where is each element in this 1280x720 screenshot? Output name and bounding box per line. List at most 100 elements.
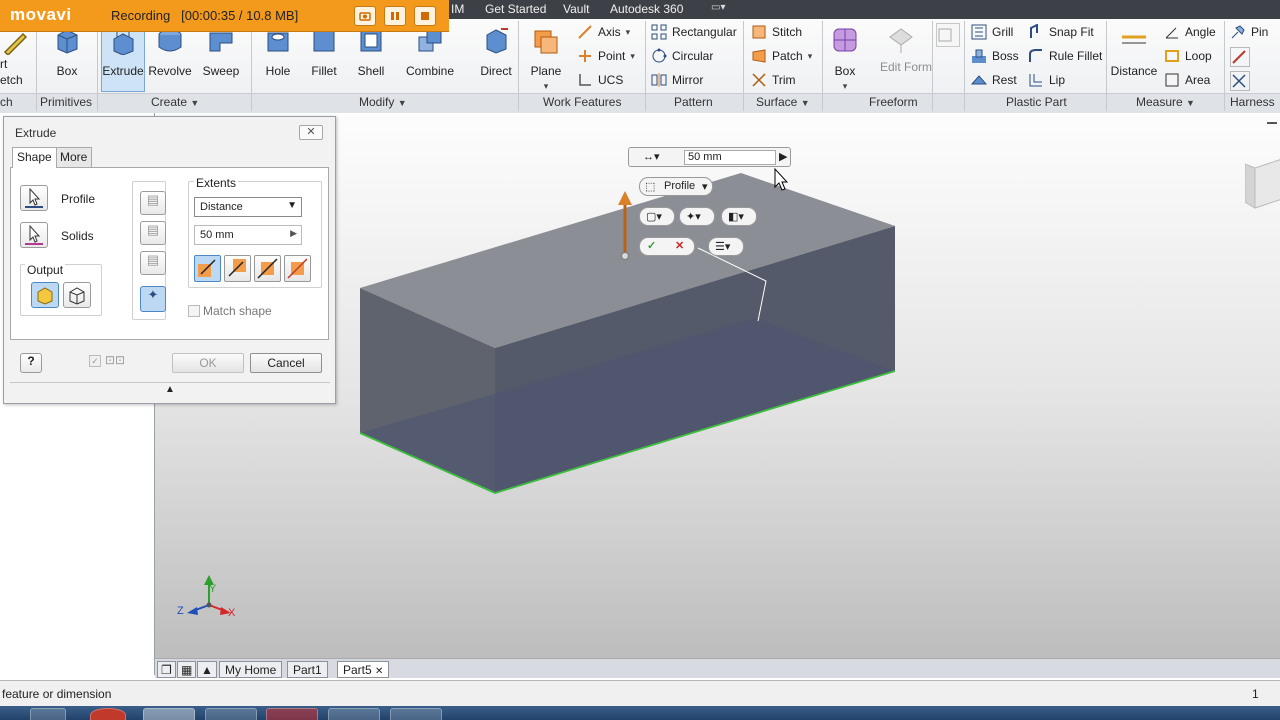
boss-button[interactable]: Boss: [971, 48, 1019, 64]
match-shape-checkbox[interactable]: [188, 305, 200, 317]
tab-part1[interactable]: Part1: [287, 661, 328, 678]
checkmark-icon[interactable]: ✓: [647, 239, 656, 252]
distance-apply-arrow-icon[interactable]: ▶: [779, 150, 787, 163]
minimize-icon[interactable]: [1267, 122, 1277, 124]
panel-label-pattern: Pattern: [674, 95, 713, 109]
stop-icon[interactable]: [414, 6, 436, 26]
lip-button[interactable]: Lip: [1028, 72, 1065, 88]
circular-pattern-button[interactable]: Circular: [651, 48, 713, 64]
measure-distance-button[interactable]: Distance: [1110, 25, 1158, 78]
word-taskbar-icon[interactable]: [30, 708, 66, 720]
app-taskbar-icon[interactable]: [390, 708, 442, 720]
join-button[interactable]: ▤: [140, 191, 166, 215]
tile-windows-icon[interactable]: ▦: [177, 661, 197, 678]
harness-tool-2-button[interactable]: [1230, 47, 1250, 67]
rest-icon: [971, 75, 987, 85]
output-type-dropdown[interactable]: ▢▾: [639, 207, 675, 226]
freeform-box-button[interactable]: Box ▾: [826, 25, 864, 92]
distance-field[interactable]: 50 mm ▶: [194, 225, 302, 245]
combine-button[interactable]: Combine: [403, 25, 457, 78]
output-solid-button[interactable]: [31, 282, 59, 308]
plane-button[interactable]: Plane ▾: [527, 25, 565, 92]
freeform-extra-button[interactable]: [936, 23, 960, 47]
menu-item-get-started[interactable]: Get Started: [485, 2, 546, 16]
hole-button[interactable]: Hole: [258, 25, 298, 78]
pin-button[interactable]: Pin: [1230, 24, 1268, 40]
close-icon[interactable]: ✕: [675, 239, 684, 252]
grill-button[interactable]: Grill: [971, 24, 1013, 40]
direction-dropdown[interactable]: ◧▾: [721, 207, 757, 226]
direction-default-button[interactable]: [194, 255, 221, 282]
sweep-button[interactable]: Sweep: [199, 25, 243, 78]
options-dropdown[interactable]: ☰▾: [708, 237, 744, 256]
extrude-button[interactable]: Extrude: [101, 22, 145, 92]
chrome-taskbar-icon[interactable]: [90, 708, 126, 720]
measure-area-button[interactable]: Area: [1164, 72, 1210, 88]
distance-type-icon[interactable]: ↔▾: [643, 150, 660, 163]
axis-icon: [578, 25, 592, 39]
profile-select-button[interactable]: [20, 185, 48, 211]
tab-list-icon[interactable]: ▲: [197, 661, 217, 678]
preview-checkbox[interactable]: ✓: [89, 355, 101, 367]
close-icon[interactable]: ✕: [299, 125, 323, 140]
snap-fit-button[interactable]: Snap Fit: [1028, 24, 1094, 40]
quick-access-dropdown-icon[interactable]: ▭▾: [711, 2, 739, 16]
profile-selector-button[interactable]: ⬚ Profile ▾: [639, 177, 713, 196]
cut-button[interactable]: ▤: [140, 221, 166, 245]
mirror-button[interactable]: Mirror: [651, 72, 703, 88]
cancel-button[interactable]: Cancel: [250, 353, 322, 373]
direct-edit-button[interactable]: Direct: [476, 25, 516, 78]
rectangular-pattern-button[interactable]: Rectangular: [651, 24, 737, 40]
fillet-button[interactable]: Fillet: [304, 25, 344, 78]
trim-button[interactable]: Trim: [751, 72, 796, 88]
cable-icon: [1232, 74, 1246, 88]
tab-my-home[interactable]: My Home: [219, 661, 283, 678]
extrude-arrow-head[interactable]: [618, 191, 632, 205]
extents-type-select[interactable]: Distance ▼: [194, 197, 302, 217]
harness-tool-3-button[interactable]: [1230, 71, 1250, 91]
edit-form-button[interactable]: Edit Form: [880, 25, 932, 74]
cascade-windows-icon[interactable]: ❐: [157, 661, 176, 678]
inventor-taskbar-icon[interactable]: [143, 708, 195, 720]
menu-item-bim[interactable]: IM: [451, 2, 464, 16]
pause-icon[interactable]: [384, 6, 406, 26]
close-icon[interactable]: ✕: [375, 666, 383, 677]
stitch-button[interactable]: Stitch: [751, 24, 802, 40]
help-icon[interactable]: ?: [20, 353, 42, 373]
chevron-right-icon: ▶: [290, 228, 297, 238]
patch-button[interactable]: Patch ▾: [751, 48, 812, 64]
tab-part5[interactable]: Part5 ✕: [337, 661, 390, 678]
axis-button[interactable]: Axis ▾: [577, 24, 630, 40]
distance-input[interactable]: 50 mm: [684, 150, 776, 165]
tab-shape[interactable]: Shape: [12, 147, 57, 168]
solids-label: Solids: [61, 229, 94, 243]
folder-taskbar-icon[interactable]: [328, 708, 380, 720]
output-surface-button[interactable]: [63, 282, 91, 308]
rule-fillet-button[interactable]: Rule Fillet: [1028, 48, 1102, 64]
expand-dialog-icon[interactable]: ▲: [10, 382, 330, 395]
direction-symmetric-button[interactable]: [254, 255, 281, 282]
direction-flipped-button[interactable]: [224, 255, 251, 282]
measure-angle-button[interactable]: Angle: [1164, 24, 1216, 40]
rest-button[interactable]: Rest: [971, 72, 1017, 88]
explorer-taskbar-icon[interactable]: [205, 708, 257, 720]
tab-more[interactable]: More: [55, 147, 93, 167]
measure-loop-button[interactable]: Loop: [1164, 48, 1212, 64]
ok-button[interactable]: OK: [172, 353, 244, 373]
camera-icon[interactable]: [354, 6, 376, 26]
direction-asymmetric-button[interactable]: [284, 255, 311, 282]
revolve-button[interactable]: Revolve: [148, 25, 192, 78]
ucs-button[interactable]: UCS: [577, 72, 623, 88]
viewcube[interactable]: [1245, 158, 1280, 212]
menu-item-vault[interactable]: Vault: [563, 2, 589, 16]
point-button[interactable]: Point ▾: [577, 48, 635, 64]
solids-select-button[interactable]: [20, 222, 48, 248]
extrude-dialog: Extrude ✕ Shape More Profile Solids Outp…: [3, 116, 336, 404]
shell-button[interactable]: Shell: [351, 25, 391, 78]
new-solid-button[interactable]: ✦: [140, 286, 166, 312]
box-primitive-button[interactable]: Box: [45, 25, 89, 78]
intersect-button[interactable]: ▤: [140, 251, 166, 275]
boolean-dropdown[interactable]: ✦▾: [679, 207, 715, 226]
opera-taskbar-icon[interactable]: [266, 708, 318, 720]
menu-item-autodesk-360[interactable]: Autodesk 360: [610, 2, 683, 16]
